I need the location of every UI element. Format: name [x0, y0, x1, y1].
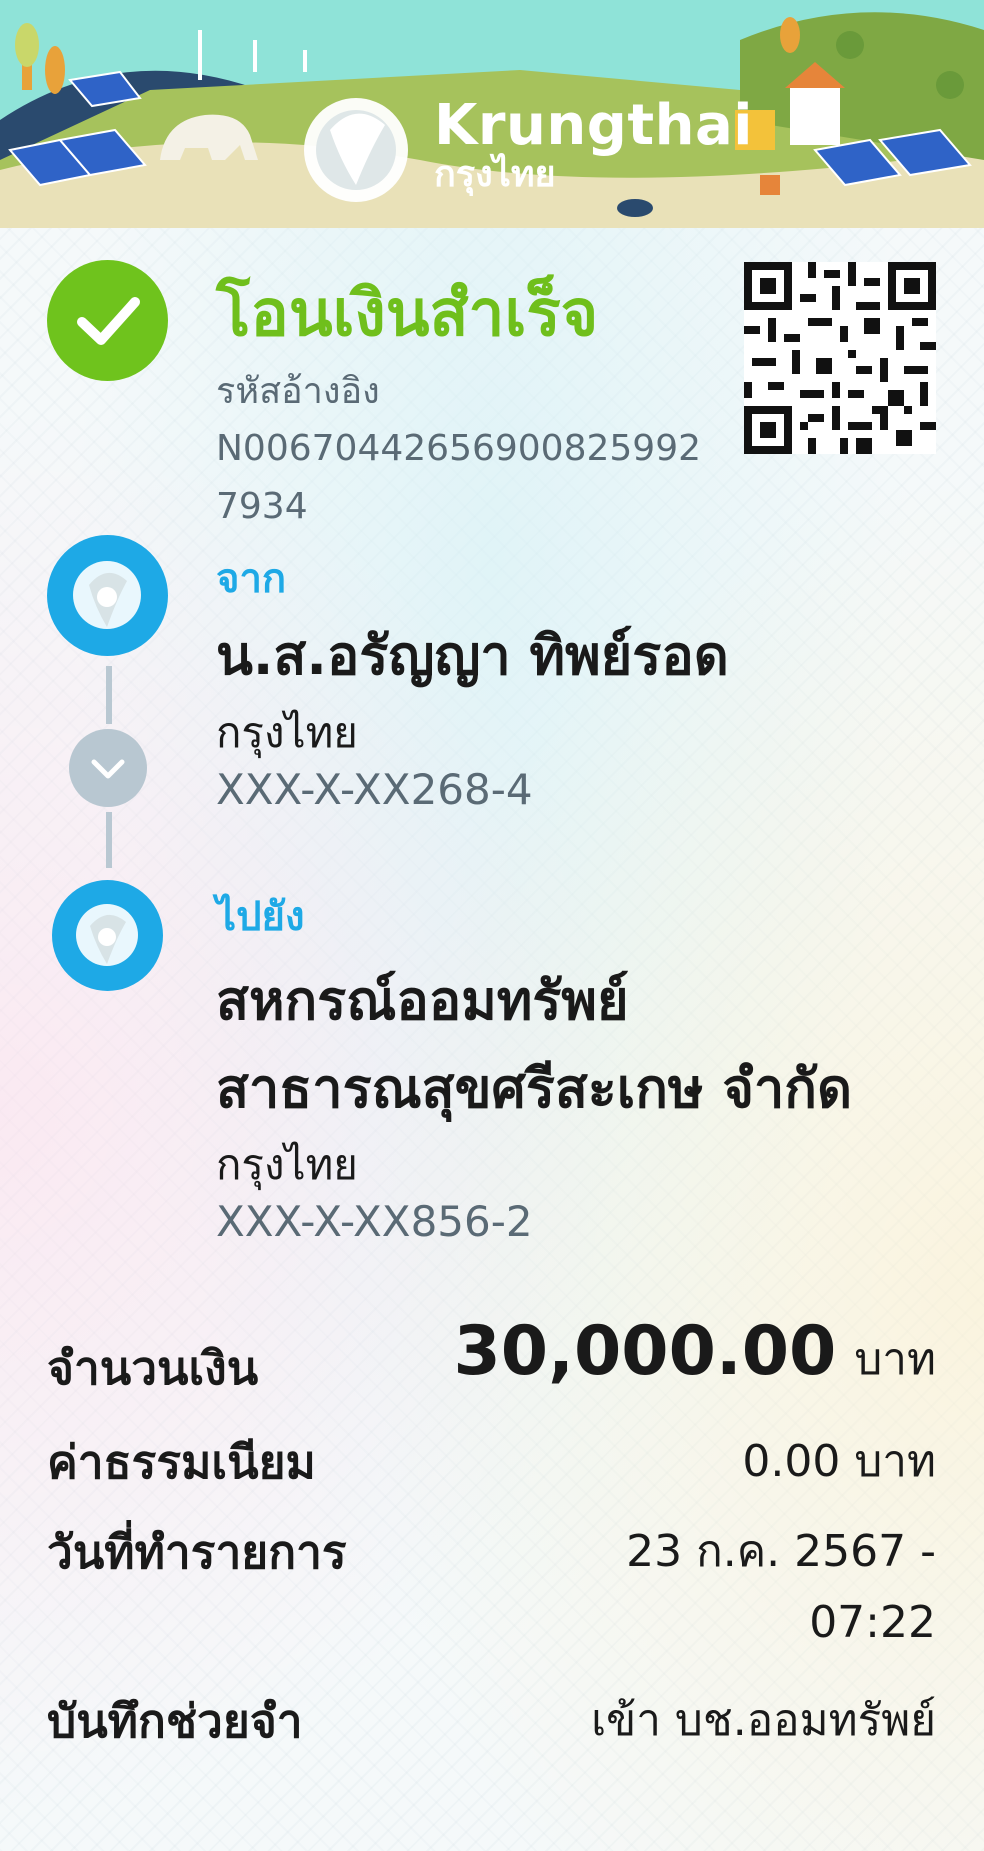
- amount-value: 30,000.00: [453, 1312, 837, 1391]
- to-name-line2: สาธารณสุขศรีสะเกษ จำกัด: [216, 1057, 853, 1120]
- to-label: ไปยัง: [216, 894, 305, 940]
- krungthai-banner: Krungthai กรุงไทย: [0, 0, 984, 228]
- from-bank: กรุงไทย: [216, 708, 358, 757]
- from-bank-logo-icon: [47, 535, 168, 656]
- date-line2: 07:22: [809, 1597, 936, 1648]
- date-line1: 23 ก.ค. 2567 -: [626, 1526, 936, 1577]
- reference-label: รหัสอ้างอิง: [216, 371, 380, 412]
- fee-value: 0.00 บาท: [742, 1436, 936, 1487]
- status-title: โอนเงินสำเร็จ: [216, 277, 599, 351]
- timeline-line: [106, 666, 112, 724]
- date-label: วันที่ทำรายการ: [47, 1525, 347, 1579]
- to-bank-logo-icon: [52, 880, 163, 991]
- memo-label: บันทึกช่วยจำ: [47, 1694, 303, 1748]
- brand-name-en: Krungthai: [434, 93, 753, 158]
- amount-label: จำนวนเงิน: [47, 1341, 259, 1395]
- qr-code[interactable]: [744, 262, 936, 454]
- to-account: XXX-X-XX856-2: [216, 1197, 533, 1246]
- to-name-line1: สหกรณ์ออมทรัพย์: [216, 969, 629, 1032]
- reference-number: N006704426569008259927934: [216, 428, 702, 527]
- from-account: XXX-X-XX268-4: [216, 765, 533, 814]
- success-check-icon: [47, 260, 168, 381]
- from-label: จาก: [216, 556, 287, 602]
- chevron-down-icon: [69, 729, 147, 807]
- fee-label: ค่าธรรมเนียม: [47, 1435, 316, 1489]
- amount-unit: บาท: [854, 1334, 936, 1385]
- memo-value: เข้า บช.ออมทรัพย์: [591, 1695, 936, 1746]
- transfer-slip: Krungthai กรุงไทย โอนเงินสำเร็จ รหัสอ้าง…: [0, 0, 984, 1851]
- timeline-line: [106, 812, 112, 868]
- brand-name-th: กรุงไทย: [434, 154, 556, 195]
- from-name: น.ส.อรัญญา ทิพย์รอด: [216, 624, 729, 687]
- amount-value-row: 30,000.00 บาท: [453, 1312, 936, 1394]
- to-bank: กรุงไทย: [216, 1140, 358, 1189]
